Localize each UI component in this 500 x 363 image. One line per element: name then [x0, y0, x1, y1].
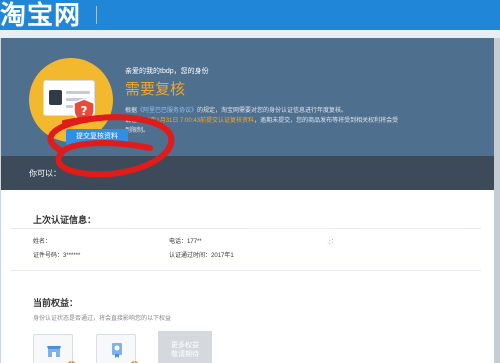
- rights-subtitle: 身份认证状态是否通过，将会直接影响您的以下权益: [33, 316, 172, 322]
- id-photo-icon: [49, 90, 62, 105]
- section-divider: [11, 270, 481, 271]
- more-rights-tile: 更多权益 敬请期待: [158, 331, 212, 363]
- svg-text:?: ?: [81, 104, 88, 118]
- right-tile-certificate[interactable]: !: [96, 334, 139, 363]
- verification-panel: ? 亲爱的我的tbdp，您的身份 需要复核 根据《阿里巴巴服务协议》的规定，淘宝…: [0, 38, 494, 363]
- submit-review-button[interactable]: 提交复核资料: [66, 129, 128, 145]
- coming-soon-text: 敬请期待: [171, 351, 199, 358]
- cert-time-field: 认证通过时间：2017年1: [169, 250, 234, 259]
- desc-text: ，逾期未提交，您的商品发布等将受到相关权利将会受: [254, 118, 399, 124]
- desc-text: 根据: [125, 108, 138, 114]
- more-rights-text: 更多权益: [171, 342, 199, 349]
- certificate-icon: [112, 343, 122, 358]
- redacted-area: [61, 236, 131, 245]
- action-label: 你可以：: [29, 169, 61, 178]
- desc-text: 的规定，淘宝网需要对您的身份认证信息进行年度复核。: [197, 108, 348, 114]
- action-bar: 你可以：: [1, 156, 494, 190]
- scrollbar[interactable]: [494, 38, 500, 363]
- deadline-text: 2018年1月31日 7:00:43前提交认证复核资料: [137, 118, 255, 124]
- greeting-text: 亲爱的我的tbdp，您的身份: [125, 68, 209, 75]
- redacted-area: [249, 232, 329, 244]
- desc-text: 到限制。: [125, 128, 150, 134]
- shield-warning-icon: ?: [73, 98, 95, 124]
- header-divider: [96, 6, 97, 24]
- status-text: 需要复核: [125, 81, 186, 98]
- redacted-area: [361, 234, 461, 244]
- rights-title: 当前权益：: [33, 298, 79, 308]
- redacted-area: [281, 248, 401, 258]
- id-line: [66, 91, 90, 94]
- last-cert-title: 上次认证信息：: [33, 215, 97, 225]
- id-label: 证件号码：: [33, 253, 64, 259]
- right-tile-shop[interactable]: !: [33, 334, 76, 363]
- taobao-logo[interactable]: 淘宝网: [0, 2, 81, 28]
- shop-icon: [47, 346, 61, 357]
- cert-time-value: 2017年1: [211, 253, 234, 259]
- section-divider: [11, 228, 481, 229]
- top-header: 淘宝网: [0, 0, 500, 30]
- id-value: 3******: [63, 253, 81, 259]
- status-description: 根据《阿里巴巴服务协议》的规定，淘宝网需要对您的身份认证信息进行年度复核。 请在…: [125, 106, 465, 136]
- agreement-link[interactable]: 《阿里巴巴服务协议》: [137, 108, 197, 114]
- name-label: 姓名：: [33, 239, 52, 245]
- phone-field: 电话：177**: [169, 236, 202, 245]
- phone-value: 177**: [187, 239, 202, 245]
- name-field: 姓名：: [33, 236, 51, 245]
- cert-time-label: 认证通过时间：: [169, 253, 212, 259]
- phone-label: 电话：: [169, 239, 188, 245]
- desc-text: 请在: [125, 118, 138, 124]
- id-field: 证件号码：3******: [33, 250, 80, 259]
